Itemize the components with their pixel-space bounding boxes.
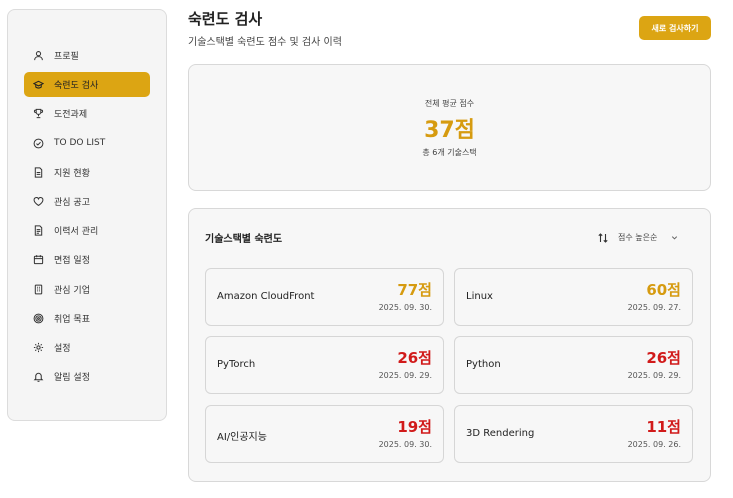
user-icon [32, 50, 44, 62]
sidebar-item-label: 숙련도 검사 [54, 81, 99, 92]
skill-date: 2025. 09. 29. [378, 371, 432, 380]
sidebar-item-label: 도전과제 [54, 110, 88, 121]
sidebar-item-resume[interactable]: 이력서 관리 [24, 218, 150, 243]
sidebar-item-interviews[interactable]: 면접 일정 [24, 247, 150, 272]
skill-card[interactable]: Amazon CloudFront 77점 2025. 09. 30. [205, 268, 444, 326]
skill-name: Python [466, 359, 501, 370]
heart-icon [32, 195, 44, 207]
sidebar-item-label: 취업 목표 [54, 314, 90, 325]
skill-card[interactable]: PyTorch 26점 2025. 09. 29. [205, 336, 444, 394]
skill-name: PyTorch [217, 359, 256, 370]
page-subtitle: 기술스택별 숙련도 점수 및 검사 이력 [188, 37, 342, 48]
target-icon [32, 312, 44, 324]
sidebar-item-todo[interactable]: TO DO LIST [24, 131, 150, 156]
skill-name: 3D Rendering [466, 428, 535, 439]
sort-arrows-icon [598, 232, 608, 243]
skill-score: 26점 [397, 349, 432, 367]
skill-date: 2025. 09. 29. [627, 371, 681, 380]
sidebar-item-profile[interactable]: 프로필 [24, 43, 150, 68]
skill-score: 60점 [646, 281, 681, 299]
sidebar-item-applications[interactable]: 지원 현황 [24, 160, 150, 185]
page-title: 숙련도 검사 [188, 10, 263, 28]
sidebar-item-goals[interactable]: 취업 목표 [24, 306, 150, 331]
sidebar-item-label: 관심 공고 [54, 197, 90, 208]
sidebar-item-settings[interactable]: 설정 [24, 335, 150, 360]
sidebar: 프로필 숙련도 검사 도전과제 TO DO LIST 지원 현황 관심 공고 이… [7, 9, 167, 421]
skill-score: 11점 [646, 418, 681, 436]
file-text-icon [32, 225, 44, 237]
sidebar-item-skill-test[interactable]: 숙련도 검사 [24, 72, 150, 98]
gear-icon [32, 341, 44, 353]
sidebar-item-notifications[interactable]: 알림 설정 [24, 364, 150, 389]
sidebar-item-label: TO DO LIST [54, 138, 106, 149]
skill-date: 2025. 09. 30. [378, 303, 432, 312]
sidebar-item-label: 관심 기업 [54, 285, 90, 296]
bell-icon [32, 371, 44, 383]
sidebar-item-saved-jobs[interactable]: 관심 공고 [24, 189, 150, 214]
skill-count: 총 6개 기술스택 [422, 148, 477, 157]
skill-score: 19점 [397, 418, 432, 436]
average-score-card: 전체 평균 점수 37점 총 6개 기술스택 [188, 64, 711, 191]
new-test-button[interactable]: 새로 검사하기 [639, 16, 711, 40]
sidebar-item-label: 알림 설정 [54, 373, 90, 384]
skill-proficiency-card: 기술스택별 숙련도 점수 높은순 Amazon CloudFront 77점 2… [188, 208, 711, 482]
skill-name: Linux [466, 291, 493, 302]
sort-label: 점수 높은순 [618, 233, 658, 242]
section-title: 기술스택별 숙련도 [205, 234, 283, 245]
sidebar-item-label: 설정 [54, 343, 71, 354]
sidebar-item-label: 면접 일정 [54, 256, 90, 267]
sidebar-item-label: 지원 현황 [54, 168, 90, 179]
skill-date: 2025. 09. 27. [627, 303, 681, 312]
skill-date: 2025. 09. 26. [627, 440, 681, 449]
sidebar-item-label: 프로필 [54, 52, 79, 62]
calendar-icon [32, 254, 44, 266]
skill-score: 26점 [646, 349, 681, 367]
skill-card[interactable]: Linux 60점 2025. 09. 27. [454, 268, 693, 326]
sidebar-item-companies[interactable]: 관심 기업 [24, 277, 150, 302]
skill-card[interactable]: 3D Rendering 11점 2025. 09. 26. [454, 405, 693, 463]
skill-score: 77점 [397, 281, 432, 299]
skill-card[interactable]: AI/인공지능 19점 2025. 09. 30. [205, 405, 444, 463]
graduation-cap-icon [32, 79, 44, 91]
skill-name: Amazon CloudFront [217, 291, 315, 302]
average-score-value: 37점 [424, 118, 475, 143]
skill-name: AI/인공지능 [217, 432, 267, 443]
sidebar-item-challenges[interactable]: 도전과제 [24, 101, 150, 126]
building-icon [32, 283, 44, 295]
document-icon [32, 166, 44, 178]
chevron-down-icon [672, 236, 678, 240]
skill-date: 2025. 09. 30. [378, 440, 432, 449]
average-score-label: 전체 평균 점수 [424, 99, 475, 108]
check-circle-icon [32, 137, 44, 149]
sort-dropdown[interactable]: 점수 높은순 [590, 226, 694, 249]
trophy-icon [32, 108, 44, 120]
sidebar-item-label: 이력서 관리 [54, 227, 99, 238]
skill-card[interactable]: Python 26점 2025. 09. 29. [454, 336, 693, 394]
